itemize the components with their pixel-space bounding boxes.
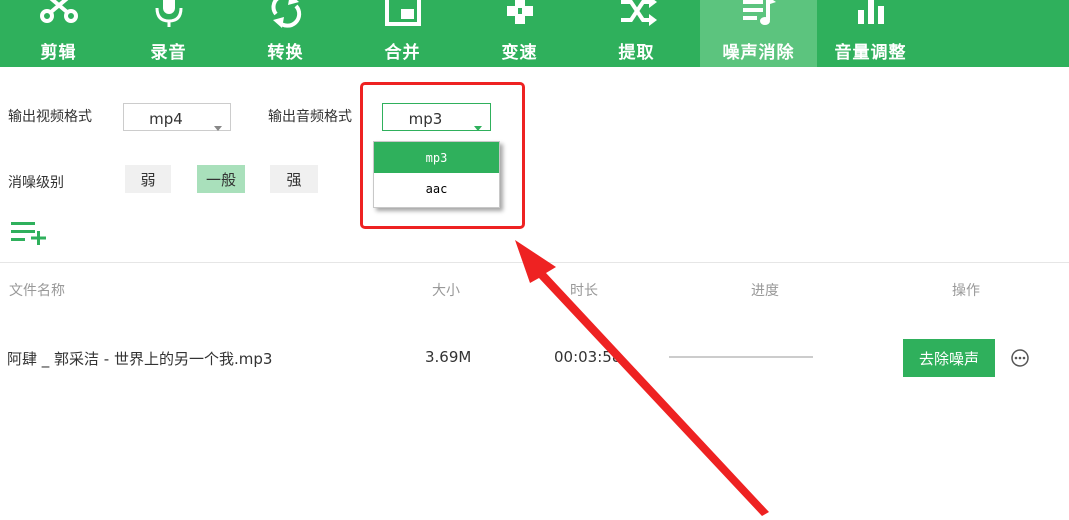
header-action: 操作 (952, 283, 980, 299)
tool-cut[interactable]: 剪辑 (0, 0, 117, 67)
tool-noise-removal-label: 噪声消除 (722, 43, 795, 63)
tool-speed-label: 变速 (501, 43, 538, 63)
more-options-icon[interactable] (1010, 348, 1030, 372)
noise-level-normal-button[interactable]: 一般 (197, 165, 245, 193)
video-format-value: mp4 (149, 110, 183, 128)
tool-extract-label: 提取 (618, 43, 655, 63)
microphone-icon (110, 0, 227, 28)
header-file-name: 文件名称 (9, 283, 65, 299)
add-list-icon[interactable] (11, 220, 49, 250)
noise-remove-music-icon (700, 0, 817, 28)
merge-window-icon (344, 0, 461, 28)
file-duration-cell: 00:03:58 (554, 348, 622, 366)
chevron-down-icon (214, 117, 222, 135)
speed-gamepad-icon (461, 0, 578, 28)
tool-speed[interactable]: 变速 (461, 0, 578, 67)
progress-bar (669, 356, 813, 358)
annotation-arrow (515, 240, 769, 516)
file-size-cell: 3.69M (425, 348, 472, 366)
tool-noise-removal[interactable]: 噪声消除 (700, 0, 817, 67)
tool-cut-label: 剪辑 (40, 43, 77, 63)
tool-volume-label: 音量调整 (834, 43, 907, 63)
scissors-icon (0, 0, 117, 28)
noise-level-weak-button[interactable]: 弱 (125, 165, 171, 193)
video-format-select[interactable]: mp4 (123, 103, 231, 131)
tool-volume[interactable]: 音量调整 (812, 0, 929, 67)
file-name-cell: 阿肆 _ 郭采洁 - 世界上的另一个我.mp3 (7, 350, 273, 368)
main-toolbar: 剪辑 录音 转换 合并 变速 提取 噪声消除 音量调整 (0, 0, 1069, 67)
tool-merge-label: 合并 (384, 43, 421, 63)
volume-bars-icon (812, 0, 929, 28)
header-progress: 进度 (751, 283, 779, 299)
remove-noise-button[interactable]: 去除噪声 (903, 339, 995, 377)
table-divider (0, 262, 1069, 263)
tool-extract[interactable]: 提取 (578, 0, 695, 67)
tool-record[interactable]: 录音 (110, 0, 227, 67)
annotation-highlight-box (360, 82, 525, 229)
tool-record-label: 录音 (150, 43, 187, 63)
app-window: 剪辑 录音 转换 合并 变速 提取 噪声消除 音量调整 输出视频格式 mp4 输… (0, 0, 1069, 520)
noise-level-label: 消噪级别 (8, 175, 64, 191)
tool-convert[interactable]: 转换 (227, 0, 344, 67)
video-format-label: 输出视频格式 (8, 109, 92, 125)
tool-convert-label: 转换 (267, 43, 304, 63)
header-duration: 时长 (570, 283, 598, 299)
noise-level-strong-button[interactable]: 强 (270, 165, 318, 193)
convert-cycle-icon (227, 0, 344, 28)
header-size: 大小 (432, 283, 460, 299)
shuffle-extract-icon (578, 0, 695, 28)
audio-format-label: 输出音频格式 (268, 109, 352, 125)
tool-merge[interactable]: 合并 (344, 0, 461, 67)
